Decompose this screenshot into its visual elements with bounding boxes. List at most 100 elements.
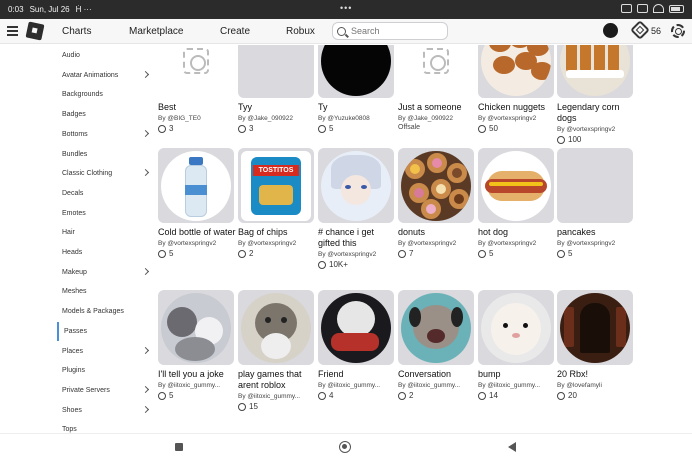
item-card[interactable]: Conversation By @iitoxic_gummy... 2 bbox=[398, 290, 474, 400]
item-creator[interactable]: By @vortexspringv2 bbox=[557, 126, 635, 133]
sidebar-item[interactable]: Private Servers bbox=[57, 381, 152, 400]
item-creator[interactable]: By @Jake_090922 bbox=[398, 115, 476, 122]
sidebar-item[interactable]: Bottoms bbox=[57, 125, 152, 144]
item-card[interactable]: hot dog By @vortexspringv2 5 bbox=[478, 148, 554, 258]
item-card[interactable]: TOSTITOS Bag of chips By @vortexspringv2 2 bbox=[238, 148, 314, 258]
item-creator[interactable]: By @iitoxic_gummy... bbox=[158, 382, 236, 389]
item-creator[interactable]: By @vortexspringv2 bbox=[398, 240, 476, 247]
avatar[interactable] bbox=[603, 23, 618, 38]
item-card[interactable]: Best By @BIG_TE0 3 bbox=[158, 45, 234, 133]
item-thumbnail[interactable] bbox=[398, 290, 474, 365]
sidebar-item[interactable]: Badges bbox=[57, 105, 152, 124]
sidebar-item[interactable]: Audio bbox=[57, 46, 152, 65]
item-card[interactable]: Tyy By @Jake_090922 3 bbox=[238, 45, 314, 133]
sidebar-item[interactable]: Hair bbox=[57, 223, 152, 242]
item-card[interactable]: pancakes By @vortexspringv2 5 bbox=[557, 148, 633, 258]
item-card[interactable]: # chance i get gifted this By @vortexspri… bbox=[318, 148, 394, 269]
recents-icon[interactable] bbox=[175, 443, 183, 451]
sidebar-item[interactable]: Tops bbox=[57, 420, 152, 433]
sidebar-item[interactable]: Meshes bbox=[57, 282, 152, 301]
item-name[interactable]: I'll tell you a joke bbox=[158, 369, 238, 380]
item-name[interactable]: Legendary corn dogs bbox=[557, 102, 637, 124]
menu-icon[interactable] bbox=[7, 26, 18, 36]
sidebar-item[interactable]: Heads bbox=[57, 243, 152, 262]
sidebar-item[interactable]: Models & Packages bbox=[57, 302, 152, 321]
sidebar-item[interactable]: Shoes bbox=[57, 401, 152, 420]
item-creator[interactable]: By @iitoxic_gummy... bbox=[398, 382, 476, 389]
item-thumbnail[interactable] bbox=[557, 45, 633, 98]
item-creator[interactable]: By @BIG_TE0 bbox=[158, 115, 236, 122]
item-creator[interactable]: By @vortexspringv2 bbox=[158, 240, 236, 247]
search-input[interactable] bbox=[351, 26, 441, 36]
item-thumbnail[interactable]: TOSTITOS bbox=[238, 148, 314, 223]
item-creator[interactable]: By @vortexspringv2 bbox=[557, 240, 635, 247]
item-thumbnail[interactable] bbox=[478, 148, 554, 223]
sidebar-item[interactable]: Bundles bbox=[57, 145, 152, 164]
sidebar-item[interactable]: Decals bbox=[57, 184, 152, 203]
item-name[interactable]: Tyy bbox=[238, 102, 318, 113]
item-creator[interactable]: By @Jake_090922 bbox=[238, 115, 316, 122]
robux-icon[interactable] bbox=[630, 20, 650, 40]
sidebar-item[interactable]: Emotes bbox=[57, 204, 152, 223]
gear-icon[interactable] bbox=[671, 24, 685, 38]
sidebar-item[interactable]: Avatar Animations bbox=[57, 66, 152, 85]
item-card[interactable]: bump By @iitoxic_gummy... 14 bbox=[478, 290, 554, 400]
item-creator[interactable]: By @vortexspringv2 bbox=[478, 240, 556, 247]
sidebar-item[interactable]: Makeup bbox=[57, 263, 152, 282]
item-thumbnail[interactable] bbox=[158, 290, 234, 365]
item-card[interactable]: Legendary corn dogs By @vortexspringv2 100 bbox=[557, 45, 633, 144]
item-name[interactable]: Chicken nuggets bbox=[478, 102, 558, 113]
item-name[interactable]: hot dog bbox=[478, 227, 558, 238]
item-name[interactable]: Cold bottle of water bbox=[158, 227, 238, 238]
sidebar-item[interactable]: Classic Clothing bbox=[57, 164, 152, 183]
nav-charts[interactable]: Charts bbox=[62, 26, 91, 37]
item-name[interactable]: pancakes bbox=[557, 227, 637, 238]
item-thumbnail[interactable] bbox=[398, 45, 474, 98]
item-thumbnail[interactable] bbox=[557, 290, 633, 365]
item-card[interactable]: donuts By @vortexspringv2 7 bbox=[398, 148, 474, 258]
item-creator[interactable]: By @vortexspringv2 bbox=[238, 240, 316, 247]
item-thumbnail[interactable] bbox=[478, 45, 554, 98]
sidebar-item[interactable]: Plugins bbox=[57, 361, 152, 380]
item-name[interactable]: # chance i get gifted this bbox=[318, 227, 398, 249]
item-creator[interactable]: By @iitoxic_gummy... bbox=[318, 382, 396, 389]
item-card[interactable]: Cold bottle of water By @vortexspringv2 5 bbox=[158, 148, 236, 258]
item-thumbnail[interactable] bbox=[398, 148, 474, 223]
item-card[interactable]: play games that arent roblox By @iitoxic_… bbox=[238, 290, 314, 411]
item-thumbnail[interactable] bbox=[238, 290, 314, 365]
item-name[interactable]: Conversation bbox=[398, 369, 478, 380]
home-icon[interactable] bbox=[339, 441, 351, 453]
item-name[interactable]: Friend bbox=[318, 369, 398, 380]
item-thumbnail[interactable] bbox=[238, 45, 314, 98]
item-creator[interactable]: By @iitoxic_gummy... bbox=[238, 393, 316, 400]
item-card[interactable]: 20 Rbx! By @lovefamyli 20 bbox=[557, 290, 633, 400]
item-thumbnail[interactable] bbox=[478, 290, 554, 365]
back-icon[interactable] bbox=[508, 442, 516, 452]
item-creator[interactable]: By @iitoxic_gummy... bbox=[478, 382, 556, 389]
nav-marketplace[interactable]: Marketplace bbox=[129, 26, 183, 37]
nav-create[interactable]: Create bbox=[220, 26, 250, 37]
item-creator[interactable]: By @vortexspringv2 bbox=[478, 115, 556, 122]
item-name[interactable]: bump bbox=[478, 369, 558, 380]
item-name[interactable]: Bag of chips bbox=[238, 227, 318, 238]
item-name[interactable]: 20 Rbx! bbox=[557, 369, 637, 380]
item-name[interactable]: donuts bbox=[398, 227, 478, 238]
item-name[interactable]: Ty bbox=[318, 102, 398, 113]
sidebar-item[interactable]: Backgrounds bbox=[57, 85, 152, 104]
item-card[interactable]: Just a someone By @Jake_090922 Offsale bbox=[398, 45, 474, 131]
item-thumbnail[interactable] bbox=[158, 45, 234, 98]
item-card[interactable]: I'll tell you a joke By @iitoxic_gummy...… bbox=[158, 290, 234, 400]
search-box[interactable] bbox=[332, 22, 448, 40]
item-card[interactable]: Chicken nuggets By @vortexspringv2 50 bbox=[478, 45, 554, 133]
item-thumbnail[interactable] bbox=[557, 148, 633, 223]
item-card[interactable]: Friend By @iitoxic_gummy... 4 bbox=[318, 290, 394, 400]
item-name[interactable]: play games that arent roblox bbox=[238, 369, 318, 391]
item-thumbnail[interactable] bbox=[318, 45, 394, 98]
item-creator[interactable]: By @lovefamyli bbox=[557, 382, 635, 389]
item-thumbnail[interactable] bbox=[158, 148, 234, 223]
item-name[interactable]: Best bbox=[158, 102, 238, 113]
robux-balance[interactable]: 56 bbox=[651, 26, 661, 36]
sidebar-item[interactable]: Places bbox=[57, 342, 152, 361]
item-creator[interactable]: By @vortexspringv2 bbox=[318, 251, 396, 258]
item-card[interactable]: Ty By @Yuzuke0808 5 bbox=[318, 45, 394, 133]
